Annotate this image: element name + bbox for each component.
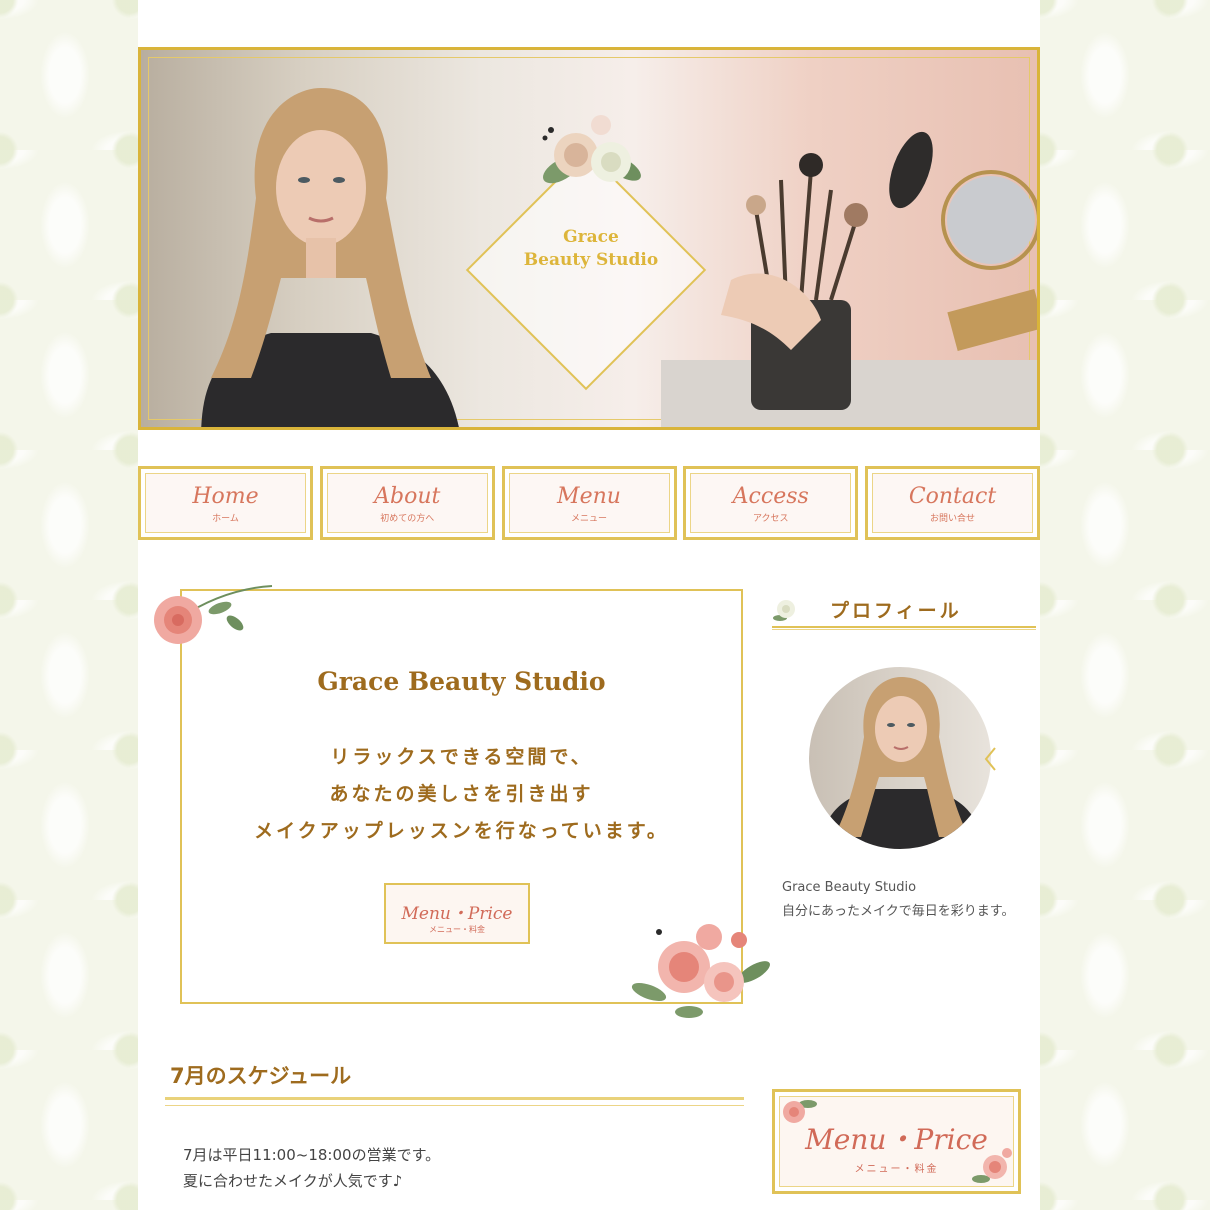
menu-price-button[interactable]: Menu・Price メニュー・料金 bbox=[384, 883, 530, 944]
nav-about-sublabel: 初めての方へ bbox=[380, 514, 435, 524]
hero-woman-photo bbox=[201, 88, 459, 427]
menu-price-banner[interactable]: Menu・Price メニュー・料金 bbox=[772, 1089, 1021, 1194]
nav-about[interactable]: About 初めての方へ bbox=[319, 466, 495, 540]
nav-access-label: Access bbox=[732, 484, 809, 509]
profile-avatar bbox=[809, 667, 991, 849]
rose-decoration-bottom-right bbox=[631, 924, 770, 1018]
logo-line-1: Grace bbox=[563, 227, 619, 247]
hero-makeup-tools-photo bbox=[661, 131, 1037, 427]
rose-icon bbox=[783, 1100, 817, 1123]
menu-price-button-sublabel: メニュー・料金 bbox=[429, 925, 485, 934]
intro-title: Grace Beauty Studio bbox=[317, 667, 606, 696]
intro-message: リラックスできる空間で、 あなたの美しさを引き出す メイクアップレッスンを行なっ… bbox=[182, 739, 741, 850]
schedule-title: 7月のスケジュール bbox=[170, 1064, 352, 1088]
rose-decoration-top-left bbox=[154, 585, 273, 644]
nav-access-sublabel: アクセス bbox=[752, 514, 789, 524]
nav-contact[interactable]: Contact お問い合せ bbox=[865, 466, 1040, 540]
page-content: Grace Beauty Studio Home ホーム About 初めての方… bbox=[138, 0, 1040, 1210]
nav-contact-label: Contact bbox=[908, 484, 997, 509]
flower-icon bbox=[773, 600, 795, 621]
profile-heading: プロフィール bbox=[772, 596, 1036, 634]
logo-flower-decoration bbox=[542, 115, 641, 184]
logo-line-2: Beauty Studio bbox=[523, 250, 659, 270]
heading-underline bbox=[772, 626, 1036, 630]
menu-price-button-label: Menu・Price bbox=[401, 904, 513, 924]
schedule-line-2: 夏に合わせたメイクが人気です♪ bbox=[183, 1172, 403, 1190]
intro-line-3: メイクアップレッスンを行なっています。 bbox=[254, 820, 669, 842]
nav-contact-sublabel: お問い合せ bbox=[929, 514, 975, 524]
nav-access[interactable]: Access アクセス bbox=[683, 466, 859, 540]
nav-about-label: About bbox=[374, 484, 441, 509]
profile-description: Grace Beauty Studio 自分にあったメイクで毎日を彩ります。 bbox=[782, 876, 1026, 924]
schedule-line-1: 7月は平日11:00~18:00の営業です。 bbox=[183, 1146, 441, 1164]
schedule-text: 7月は平日11:00~18:00の営業です。 夏に合わせたメイクが人気です♪ bbox=[183, 1142, 440, 1194]
chevron-left-icon[interactable] bbox=[983, 746, 997, 772]
intro-line-2: あなたの美しさを引き出す bbox=[329, 783, 594, 805]
nav-home[interactable]: Home ホーム bbox=[138, 466, 313, 540]
nav-menu[interactable]: Menu メニュー bbox=[501, 466, 677, 540]
schedule-underline bbox=[165, 1097, 744, 1109]
nav-home-label: Home bbox=[192, 484, 259, 509]
logo-text[interactable]: Grace Beauty Studio bbox=[506, 226, 676, 272]
nav-menu-label: Menu bbox=[557, 484, 621, 509]
nav-menu-sublabel: メニュー bbox=[570, 514, 607, 524]
hero-banner: Grace Beauty Studio bbox=[138, 47, 1040, 430]
profile-name: Grace Beauty Studio bbox=[782, 880, 917, 895]
main-navigation: Home ホーム About 初めての方へ Menu メニュー Access ア… bbox=[138, 466, 1040, 540]
nav-home-sublabel: ホーム bbox=[212, 514, 239, 524]
profile-desc: 自分にあったメイクで毎日を彩ります。 bbox=[782, 904, 1015, 919]
profile-heading-text: プロフィール bbox=[830, 600, 962, 622]
intro-line-1: リラックスできる空間で、 bbox=[330, 746, 593, 768]
rose-icon bbox=[972, 1148, 1012, 1183]
